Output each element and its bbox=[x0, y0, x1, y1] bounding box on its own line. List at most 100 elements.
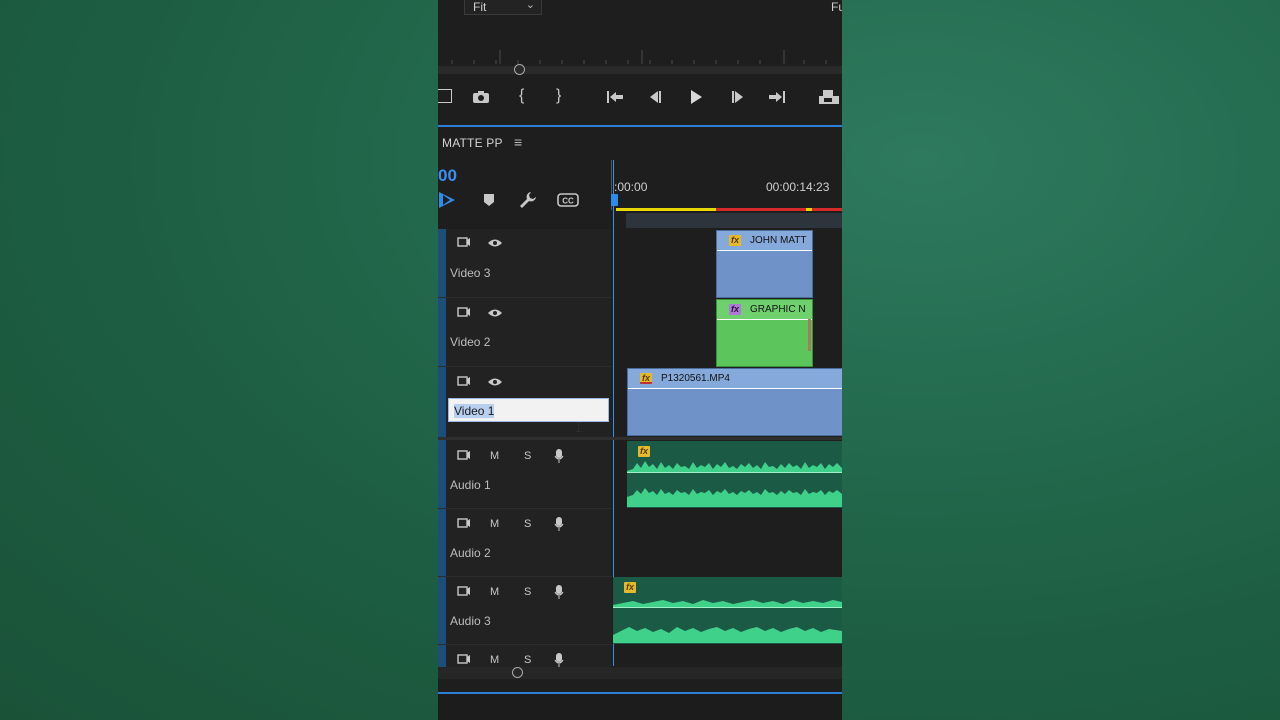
clip-title-bar: fx JOHN MATT bbox=[717, 231, 812, 251]
go-to-out-icon[interactable] bbox=[768, 90, 786, 104]
track-header-audio-2[interactable]: M S Audio 2 bbox=[438, 509, 612, 577]
go-to-in-icon[interactable] bbox=[606, 90, 624, 104]
text-cursor-icon: ⌶ bbox=[574, 418, 584, 436]
timeline-scrollbar[interactable] bbox=[438, 667, 842, 679]
fx-badge-icon: fx bbox=[640, 373, 652, 384]
track-header-audio-1[interactable]: M S Audio 1 bbox=[438, 440, 612, 509]
svg-text:CC: CC bbox=[562, 197, 574, 206]
panel-divider bbox=[438, 125, 842, 127]
toggle-sync-lock-icon[interactable] bbox=[457, 237, 471, 247]
fx-badge-icon: fx bbox=[729, 235, 741, 246]
timeline-ruler[interactable]: :00:00 00:00:14:23 bbox=[612, 170, 842, 228]
track-target-a1[interactable] bbox=[438, 440, 446, 508]
toggle-sync-lock-icon[interactable] bbox=[457, 586, 471, 596]
premiere-pro-window: Fit ⌄ Fu { } MATTE PP ≡ 00 CC:00:00 00:… bbox=[438, 0, 842, 720]
timeline-panel-tab[interactable]: MATTE PP ≡ bbox=[438, 128, 842, 156]
microphone-icon[interactable] bbox=[554, 516, 564, 532]
mute-button[interactable]: M bbox=[490, 518, 499, 530]
render-bar-red bbox=[716, 208, 842, 211]
mark-in-icon[interactable]: { bbox=[519, 88, 524, 104]
solo-button[interactable]: S bbox=[524, 518, 531, 530]
sequence-name: MATTE PP bbox=[442, 136, 503, 150]
mute-button[interactable]: M bbox=[490, 586, 499, 598]
audio-waveform bbox=[613, 600, 842, 643]
toggle-sync-lock-icon[interactable] bbox=[457, 518, 471, 528]
microphone-icon[interactable] bbox=[554, 448, 564, 464]
snap-icon[interactable] bbox=[438, 191, 458, 209]
track-name-video-1: Video 1 bbox=[454, 404, 495, 418]
zoom-level-dropdown[interactable]: Fit ⌄ bbox=[464, 0, 542, 15]
clip-video-3[interactable]: fx JOHN MATT bbox=[716, 230, 813, 298]
mark-out-icon[interactable]: } bbox=[556, 88, 561, 104]
track-header-audio-3[interactable]: M S Audio 3 bbox=[438, 577, 612, 645]
step-back-icon[interactable] bbox=[647, 90, 663, 104]
track-target-v2[interactable] bbox=[438, 298, 446, 366]
track-header-video-3[interactable]: Video 3 bbox=[438, 229, 612, 298]
timeline-zoom-handle[interactable] bbox=[512, 667, 523, 678]
render-bar-yellow bbox=[616, 208, 716, 211]
solo-button[interactable]: S bbox=[524, 586, 531, 598]
resolution-dropdown[interactable]: Fu bbox=[831, 0, 842, 14]
track-target-a3[interactable] bbox=[438, 577, 446, 644]
solo-button[interactable]: S bbox=[524, 450, 531, 462]
track-header-video-2[interactable]: Video 2 bbox=[438, 298, 612, 367]
clip-audio-3[interactable]: fx bbox=[613, 577, 842, 644]
monitor-ruler bbox=[438, 46, 842, 66]
track-name-audio-2: Audio 2 bbox=[450, 546, 491, 560]
clip-title-bar: fx P1320561.MP4 bbox=[628, 369, 842, 389]
clip-name: P1320561.MP4 bbox=[661, 373, 730, 384]
ruler-end-time: 00:00:14:23 bbox=[766, 180, 830, 194]
track-name-edit-field[interactable]: Video 1 bbox=[448, 398, 609, 422]
step-forward-icon[interactable] bbox=[730, 90, 746, 104]
track-name-video-2: Video 2 bbox=[450, 335, 491, 349]
playhead-handle[interactable] bbox=[611, 194, 618, 206]
microphone-icon[interactable] bbox=[554, 584, 564, 600]
insert-icon[interactable] bbox=[438, 89, 452, 103]
microphone-icon[interactable] bbox=[554, 652, 564, 668]
mute-button[interactable]: M bbox=[490, 654, 499, 666]
ruler-start-time: :00:00 bbox=[614, 180, 648, 194]
track-name-video-3: Video 3 bbox=[450, 266, 491, 280]
panel-menu-icon[interactable]: ≡ bbox=[514, 134, 522, 150]
work-area-bar[interactable] bbox=[626, 213, 842, 228]
toggle-sync-lock-icon[interactable] bbox=[457, 654, 471, 664]
transport-controls: { } bbox=[438, 86, 842, 108]
clip-audio-1[interactable]: fx bbox=[627, 441, 842, 508]
fx-badge-icon: fx bbox=[638, 446, 650, 457]
clip-trim-handle[interactable] bbox=[808, 319, 811, 351]
clip-video-2[interactable]: fx GRAPHIC N bbox=[716, 299, 813, 367]
eye-icon[interactable] bbox=[487, 238, 503, 248]
solo-button[interactable]: S bbox=[524, 654, 531, 666]
eye-icon[interactable] bbox=[487, 308, 503, 318]
wrench-icon[interactable] bbox=[519, 191, 537, 209]
captions-icon[interactable]: CC bbox=[557, 193, 579, 207]
mute-button[interactable]: M bbox=[490, 450, 499, 462]
toggle-sync-lock-icon[interactable] bbox=[457, 307, 471, 317]
track-name-audio-1: Audio 1 bbox=[450, 478, 491, 492]
monitor-scrollbar[interactable] bbox=[438, 66, 842, 74]
track-target-a4[interactable] bbox=[438, 645, 446, 667]
toggle-sync-lock-icon[interactable] bbox=[457, 376, 471, 386]
play-icon[interactable] bbox=[688, 89, 704, 105]
add-marker-icon[interactable] bbox=[483, 193, 495, 207]
clip-video-1[interactable]: fx P1320561.MP4 bbox=[627, 368, 842, 436]
lower-panel bbox=[438, 694, 842, 720]
monitor-playhead-handle[interactable] bbox=[514, 64, 525, 75]
track-target-a2[interactable] bbox=[438, 509, 446, 576]
clip-title-bar: fx GRAPHIC N bbox=[717, 300, 812, 320]
chevron-down-icon: ⌄ bbox=[525, 0, 535, 11]
track-header-video-1[interactable]: Video 1 ⌶ bbox=[438, 367, 612, 438]
track-target-v3[interactable] bbox=[438, 229, 446, 297]
eye-icon[interactable] bbox=[487, 377, 503, 387]
clip-name: JOHN MATT bbox=[750, 235, 807, 246]
export-frame-icon[interactable] bbox=[818, 89, 840, 105]
fx-badge-icon: fx bbox=[729, 304, 741, 315]
track-header-audio-4[interactable]: M S bbox=[438, 645, 612, 668]
toggle-sync-lock-icon[interactable] bbox=[457, 450, 471, 460]
audio-waveform bbox=[627, 461, 842, 507]
monitor-ruler-ticks bbox=[451, 50, 827, 64]
clip-name: GRAPHIC N bbox=[750, 304, 806, 315]
camera-icon[interactable] bbox=[472, 90, 490, 104]
playhead-timecode[interactable]: 00 bbox=[438, 166, 457, 186]
track-target-v1[interactable] bbox=[438, 367, 446, 437]
